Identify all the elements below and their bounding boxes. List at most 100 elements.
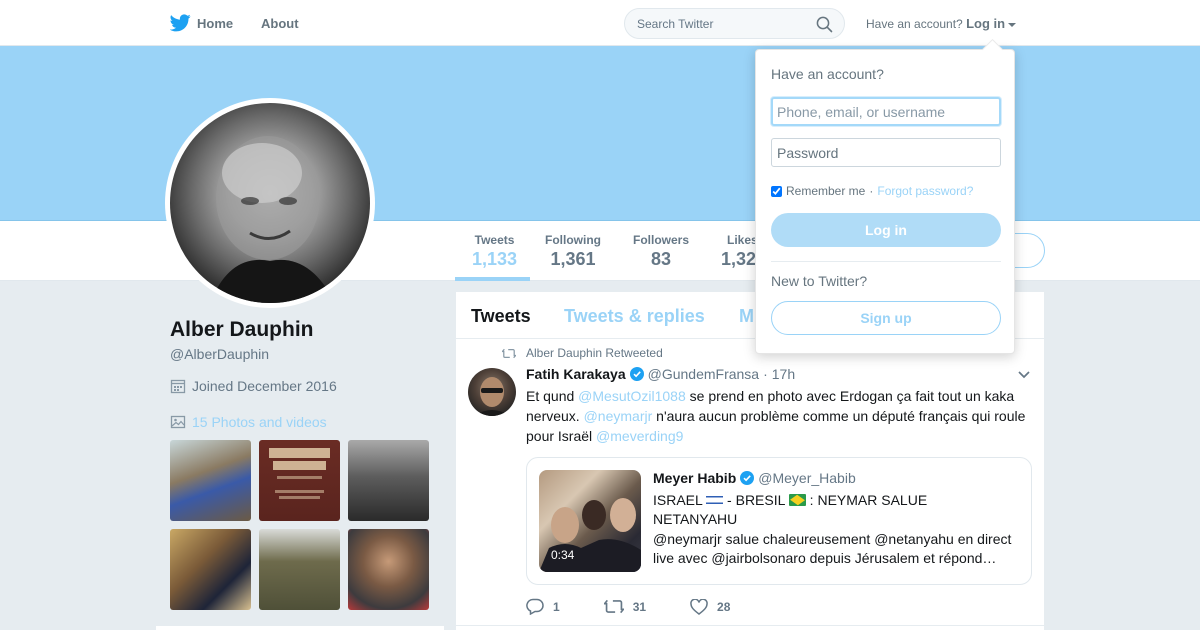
joined-date: Joined December 2016 bbox=[170, 378, 337, 394]
search-icon[interactable] bbox=[816, 16, 833, 33]
login-button[interactable]: Log in bbox=[771, 213, 1001, 247]
heart-icon bbox=[690, 598, 708, 615]
reply-action[interactable]: 1 bbox=[526, 598, 560, 615]
tweet-author-name[interactable]: Fatih Karakaya bbox=[526, 366, 626, 382]
new-to-twitter-text: New to Twitter? bbox=[771, 273, 868, 289]
photo-thumbnail[interactable] bbox=[170, 529, 251, 610]
tab-media[interactable]: M bbox=[739, 306, 754, 327]
tweet-text: Et qund @MesutOzil1088 se prend en photo… bbox=[526, 386, 1036, 446]
retweet-count: 31 bbox=[632, 599, 647, 614]
nav-about-link[interactable]: About bbox=[261, 0, 299, 46]
stat-likes-value: 1,32 bbox=[721, 249, 757, 269]
like-action[interactable]: 28 bbox=[690, 598, 731, 615]
quoted-video-thumbnail[interactable]: 0:34 bbox=[539, 470, 641, 572]
tweet-author-avatar[interactable] bbox=[468, 368, 516, 416]
remember-me-label[interactable]: Remember me bbox=[786, 184, 865, 198]
stat-followers-label: Followers bbox=[633, 233, 690, 247]
have-account-text: Have an account? bbox=[866, 17, 963, 31]
quoted-tweet-title: ISRAEL - BRESIL : NEYMAR SALUE NETANYAHU bbox=[653, 491, 1003, 529]
retweet-action[interactable]: 31 bbox=[603, 599, 647, 614]
tweet-author-handle[interactable]: @GundemFransa bbox=[648, 366, 759, 382]
retweet-context-text[interactable]: Alber Dauphin Retweeted bbox=[526, 346, 663, 360]
tweet-text-part: Et qund bbox=[526, 388, 579, 404]
stat-following-label: Following bbox=[545, 233, 601, 247]
password-field[interactable] bbox=[771, 138, 1001, 167]
remember-separator: · bbox=[869, 184, 874, 198]
video-duration: 0:34 bbox=[551, 548, 575, 562]
photo-thumbnail[interactable] bbox=[259, 529, 340, 610]
stat-likes[interactable]: Likes 1,32 bbox=[721, 233, 758, 270]
login-menu[interactable]: Have an account? Log in bbox=[866, 16, 1017, 31]
signup-button[interactable]: Sign up bbox=[771, 301, 1001, 335]
quoted-tweet-card[interactable]: 0:34 Meyer Habib @Meyer_Habib ISRAEL - B… bbox=[526, 457, 1032, 585]
stat-likes-label: Likes bbox=[727, 233, 758, 247]
stat-tweets-label: Tweets bbox=[474, 233, 515, 247]
tweet-actions: 1 31 28 bbox=[526, 598, 774, 615]
stat-followers[interactable]: Followers 83 bbox=[633, 233, 689, 270]
verified-badge-icon bbox=[740, 471, 755, 485]
brazil-flag-icon bbox=[788, 494, 806, 506]
caret-down-icon bbox=[1008, 22, 1017, 27]
remember-row: Remember me · Forgot password? bbox=[771, 184, 973, 198]
nav-home-label: Home bbox=[197, 15, 234, 31]
search-box[interactable] bbox=[624, 8, 845, 39]
twitter-bird-icon bbox=[170, 14, 191, 32]
profile-avatar[interactable] bbox=[165, 98, 375, 308]
nav-home-link[interactable]: Home bbox=[170, 0, 233, 46]
book-cover-text-shape bbox=[269, 448, 330, 499]
stat-tweets[interactable]: Tweets 1,133 bbox=[472, 233, 517, 270]
quoted-tweet-description: @neymarjr salue chaleureusement @netanya… bbox=[653, 531, 1012, 566]
stat-followers-value: 83 bbox=[650, 249, 672, 269]
quoted-author-handle[interactable]: @Meyer_Habib bbox=[758, 470, 855, 486]
login-menu-label[interactable]: Log in bbox=[966, 16, 1005, 31]
search-input[interactable] bbox=[637, 16, 807, 31]
israel-flag-icon bbox=[706, 494, 724, 506]
like-count: 28 bbox=[717, 599, 731, 614]
remember-me-checkbox[interactable] bbox=[771, 185, 782, 197]
photo-icon bbox=[170, 415, 186, 429]
photo-thumbnail[interactable] bbox=[170, 440, 251, 521]
quoted-title-part: - BRESIL bbox=[723, 492, 789, 508]
mention-link[interactable]: @neymarjr bbox=[584, 408, 653, 424]
quoted-tweet-header: Meyer Habib @Meyer_Habib bbox=[653, 470, 856, 486]
tweet-avatar-face-shape bbox=[474, 377, 510, 416]
verified-badge-icon bbox=[629, 367, 644, 381]
retweet-icon bbox=[502, 348, 516, 358]
tweet-header: Fatih Karakaya @GundemFransa · 17h bbox=[526, 366, 795, 382]
stat-following[interactable]: Following 1,361 bbox=[545, 233, 601, 270]
avatar-image bbox=[170, 103, 370, 303]
mention-link[interactable]: @meverding9 bbox=[596, 428, 683, 444]
calendar-icon bbox=[170, 379, 186, 394]
tab-tweets-replies[interactable]: Tweets & replies bbox=[564, 306, 705, 327]
quoted-author-name[interactable]: Meyer Habib bbox=[653, 470, 736, 486]
quoted-title-part: ISRAEL bbox=[653, 492, 707, 508]
photos-videos-label: 15 Photos and videos bbox=[192, 414, 327, 430]
chevron-down-icon[interactable] bbox=[1017, 370, 1031, 380]
reply-count: 1 bbox=[553, 599, 560, 614]
photo-thumbnail[interactable] bbox=[348, 440, 429, 521]
reply-icon bbox=[526, 598, 544, 615]
retweet-context: Alber Dauphin Retweeted bbox=[502, 346, 663, 360]
tweet-divider bbox=[456, 625, 1044, 626]
top-navigation-bar: Home About Have an account? Log in bbox=[0, 0, 1200, 46]
left-column-next-card bbox=[156, 626, 444, 630]
tab-tweets[interactable]: Tweets bbox=[471, 306, 531, 327]
photo-thumbnail[interactable] bbox=[259, 440, 340, 521]
username-field[interactable] bbox=[771, 97, 1001, 126]
dropdown-divider bbox=[771, 261, 1001, 262]
tweet-timestamp[interactable]: 17h bbox=[772, 366, 795, 382]
profile-name: Alber Dauphin bbox=[170, 318, 314, 341]
forgot-password-link[interactable]: Forgot password? bbox=[877, 184, 973, 198]
stat-following-value: 1,361 bbox=[550, 249, 596, 269]
active-stat-indicator bbox=[455, 277, 530, 281]
photos-videos-link[interactable]: 15 Photos and videos bbox=[170, 414, 327, 430]
profile-screen-name[interactable]: @AlberDauphin bbox=[170, 346, 269, 362]
login-dropdown-title: Have an account? bbox=[771, 66, 884, 82]
login-dropdown: Have an account? Remember me · Forgot pa… bbox=[755, 49, 1015, 354]
mention-link[interactable]: @MesutOzil1088 bbox=[578, 388, 686, 404]
retweet-icon bbox=[603, 599, 624, 614]
tweet-separator: · bbox=[763, 366, 768, 382]
joined-text: Joined December 2016 bbox=[192, 378, 337, 394]
stat-tweets-value: 1,133 bbox=[472, 249, 518, 269]
photo-thumbnail[interactable] bbox=[348, 529, 429, 610]
